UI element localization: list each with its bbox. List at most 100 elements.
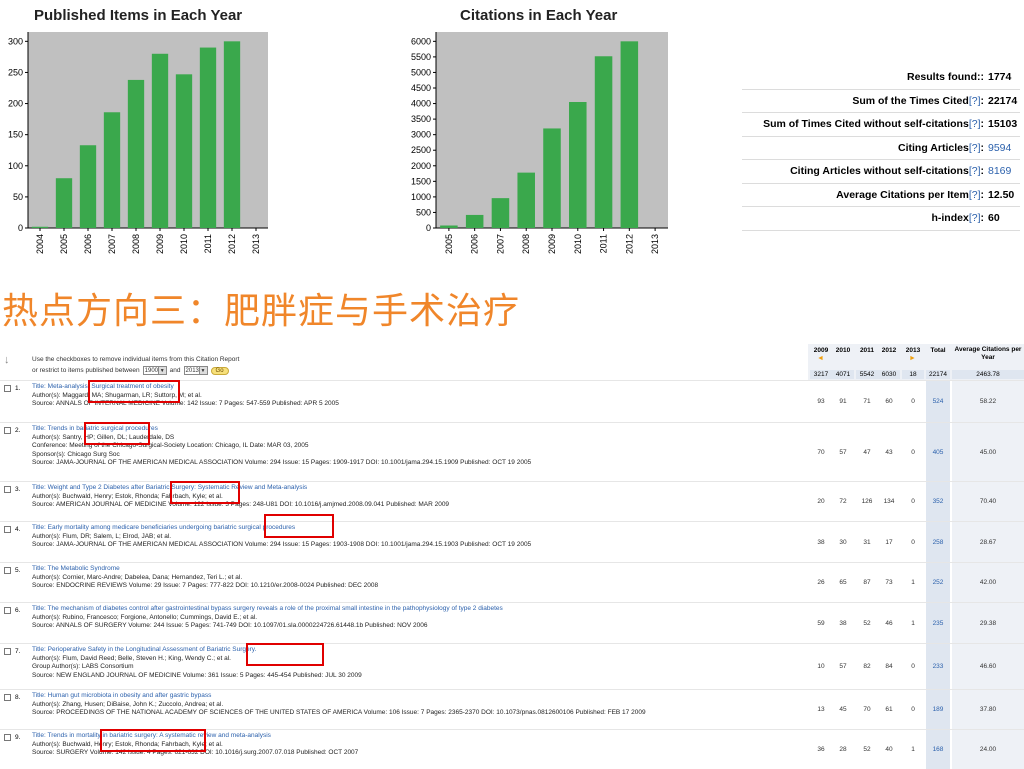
remove-checkbox[interactable] <box>4 607 11 614</box>
cites-2010: 57 <box>839 663 847 670</box>
record-body: Title: The mechanism of diabetes control… <box>32 605 802 631</box>
and-label: and <box>169 367 181 374</box>
y-tick-label: 1000 <box>411 192 431 202</box>
y-tick-label: 3500 <box>411 114 431 124</box>
y-tick-label: 300 <box>8 36 23 46</box>
next-year-arrow-icon[interactable]: ► <box>909 355 916 362</box>
chevron-down-icon: ▼ <box>198 367 207 374</box>
stat-label: Results found: <box>907 71 981 84</box>
record-meta-line: Author(s): Rubino, Francesco; Forgione, … <box>32 613 258 621</box>
remove-checkbox[interactable] <box>4 648 11 655</box>
y-tick-label: 1500 <box>411 176 431 186</box>
record-meta-line: Source: ENDOCRINE REVIEWS Volume: 29 Iss… <box>32 582 379 589</box>
help-link[interactable]: [?] <box>969 95 981 107</box>
remove-checkbox[interactable] <box>4 385 11 392</box>
y-tick-label: 4500 <box>411 83 431 93</box>
y-tick-label: 2500 <box>411 145 431 155</box>
remove-checkbox[interactable] <box>4 526 11 533</box>
record-total-link[interactable]: 168 <box>926 730 950 769</box>
table-row: 4. Title: Early mortality among medicare … <box>0 521 1024 563</box>
stat-row: Sum of the Times Cited [?]:22174 <box>742 90 1020 113</box>
x-tick-label: 2008 <box>521 234 531 254</box>
x-tick-label: 2007 <box>495 234 505 254</box>
y-tick-label: 0 <box>426 223 431 233</box>
record-total-link[interactable]: 352 <box>926 482 950 522</box>
grand-avg: 2463.78 <box>952 370 1024 379</box>
remove-checkbox[interactable] <box>4 486 11 493</box>
record-title-link[interactable]: Title: Early mortality among medicare be… <box>32 524 802 533</box>
cites-2012: 46 <box>885 620 893 627</box>
record-title-link[interactable]: Title: The Metabolic Syndrome <box>32 565 802 574</box>
remove-checkbox[interactable] <box>4 427 11 434</box>
bar <box>517 172 535 228</box>
record-total-link[interactable]: 524 <box>926 381 950 423</box>
x-tick-label: 2011 <box>203 234 213 253</box>
bar <box>175 74 193 228</box>
stat-value[interactable]: 9594 <box>988 142 1020 154</box>
help-link[interactable]: [?] <box>969 165 981 177</box>
avg-header: Average Citations per Year <box>954 346 1022 361</box>
prev-year-arrow-icon[interactable]: ◄ <box>817 355 824 362</box>
x-tick-label: 2006 <box>83 234 93 254</box>
cites-2011: 71 <box>863 398 871 405</box>
record-title-link[interactable]: Title: Human gut microbiota in obesity a… <box>32 692 802 701</box>
record-total-link[interactable]: 405 <box>926 423 950 482</box>
record-total-link[interactable]: 189 <box>926 690 950 730</box>
x-tick-label: 2004 <box>35 234 45 254</box>
record-title-link[interactable]: Title: The mechanism of diabetes control… <box>32 605 802 614</box>
record-total-link[interactable]: 258 <box>926 522 950 563</box>
record-meta-line: Author(s): Zhang, Husen; DiBaise, John K… <box>32 700 224 708</box>
record-avg: 37.80 <box>952 690 1024 730</box>
stat-value: 60 <box>988 212 1000 225</box>
cites-2010: 28 <box>839 746 847 753</box>
cites-2011: 52 <box>863 746 871 753</box>
record-total-link[interactable]: 252 <box>926 563 950 603</box>
published-chart-title: Published Items in Each Year <box>34 7 243 24</box>
record-meta-line: Source: AMERICAN JOURNAL OF MEDICINE Vol… <box>32 501 450 508</box>
grand-total: 22174 <box>926 370 950 379</box>
x-tick-label: 2012 <box>227 234 237 254</box>
cites-2011: 47 <box>863 449 871 456</box>
remove-checkbox[interactable] <box>4 694 11 701</box>
record-total-link[interactable]: 235 <box>926 603 950 644</box>
record-title-link[interactable]: Title: Weight and Type 2 Diabetes after … <box>32 484 802 493</box>
record-body: Title: Perioperative Safety in the Longi… <box>32 646 802 680</box>
highlight-box <box>264 514 334 538</box>
y-tick-label: 5500 <box>411 52 431 62</box>
cites-2009: 36 <box>817 746 825 753</box>
cites-2012: 43 <box>885 449 893 456</box>
help-link[interactable]: [?] <box>969 118 981 130</box>
y-tick-label: 150 <box>8 130 23 140</box>
bar <box>223 41 241 229</box>
year-total: 18 <box>902 370 924 379</box>
record-meta-line: Source: JAMA-JOURNAL OF THE AMERICAN MED… <box>32 541 532 548</box>
to-year-select[interactable]: 2013 ▼ <box>183 366 208 375</box>
help-link[interactable]: [?] <box>969 142 981 154</box>
help-link[interactable]: [?] <box>969 189 981 201</box>
x-tick-label: 2012 <box>624 234 634 254</box>
year-label-2012: 2012 <box>881 347 897 354</box>
help-link[interactable]: [?] <box>969 212 981 224</box>
stat-row: Average Citations per Item [?]:12.50 <box>742 184 1020 207</box>
remove-checkbox[interactable] <box>4 567 11 574</box>
highlight-box <box>100 729 206 752</box>
stat-value[interactable]: 8169 <box>988 165 1020 177</box>
bar <box>543 128 561 228</box>
x-tick-label: 2007 <box>107 234 117 254</box>
from-year-select[interactable]: 1900 ▼ <box>142 366 167 375</box>
record-meta-line: Author(s): Buchwald, Henry; Estok, Rhond… <box>32 492 223 500</box>
record-total-link[interactable]: 233 <box>926 644 950 690</box>
cites-2012: 84 <box>885 663 893 670</box>
table-row: 8. Title: Human gut microbiota in obesity… <box>0 689 1024 730</box>
bar <box>103 112 121 228</box>
go-button[interactable]: Go <box>210 366 229 375</box>
cites-2013: 1 <box>911 579 915 586</box>
y-tick-label: 500 <box>416 207 431 217</box>
record-title-link[interactable]: Title: Perioperative Safety in the Longi… <box>32 646 802 655</box>
report-note: Use the checkboxes to remove individual … <box>32 356 240 363</box>
bar <box>620 41 639 229</box>
remove-checkbox[interactable] <box>4 734 11 741</box>
cites-2013: 0 <box>911 498 915 505</box>
y-tick-label: 100 <box>8 161 23 171</box>
from-year-value: 1900 <box>144 368 159 374</box>
